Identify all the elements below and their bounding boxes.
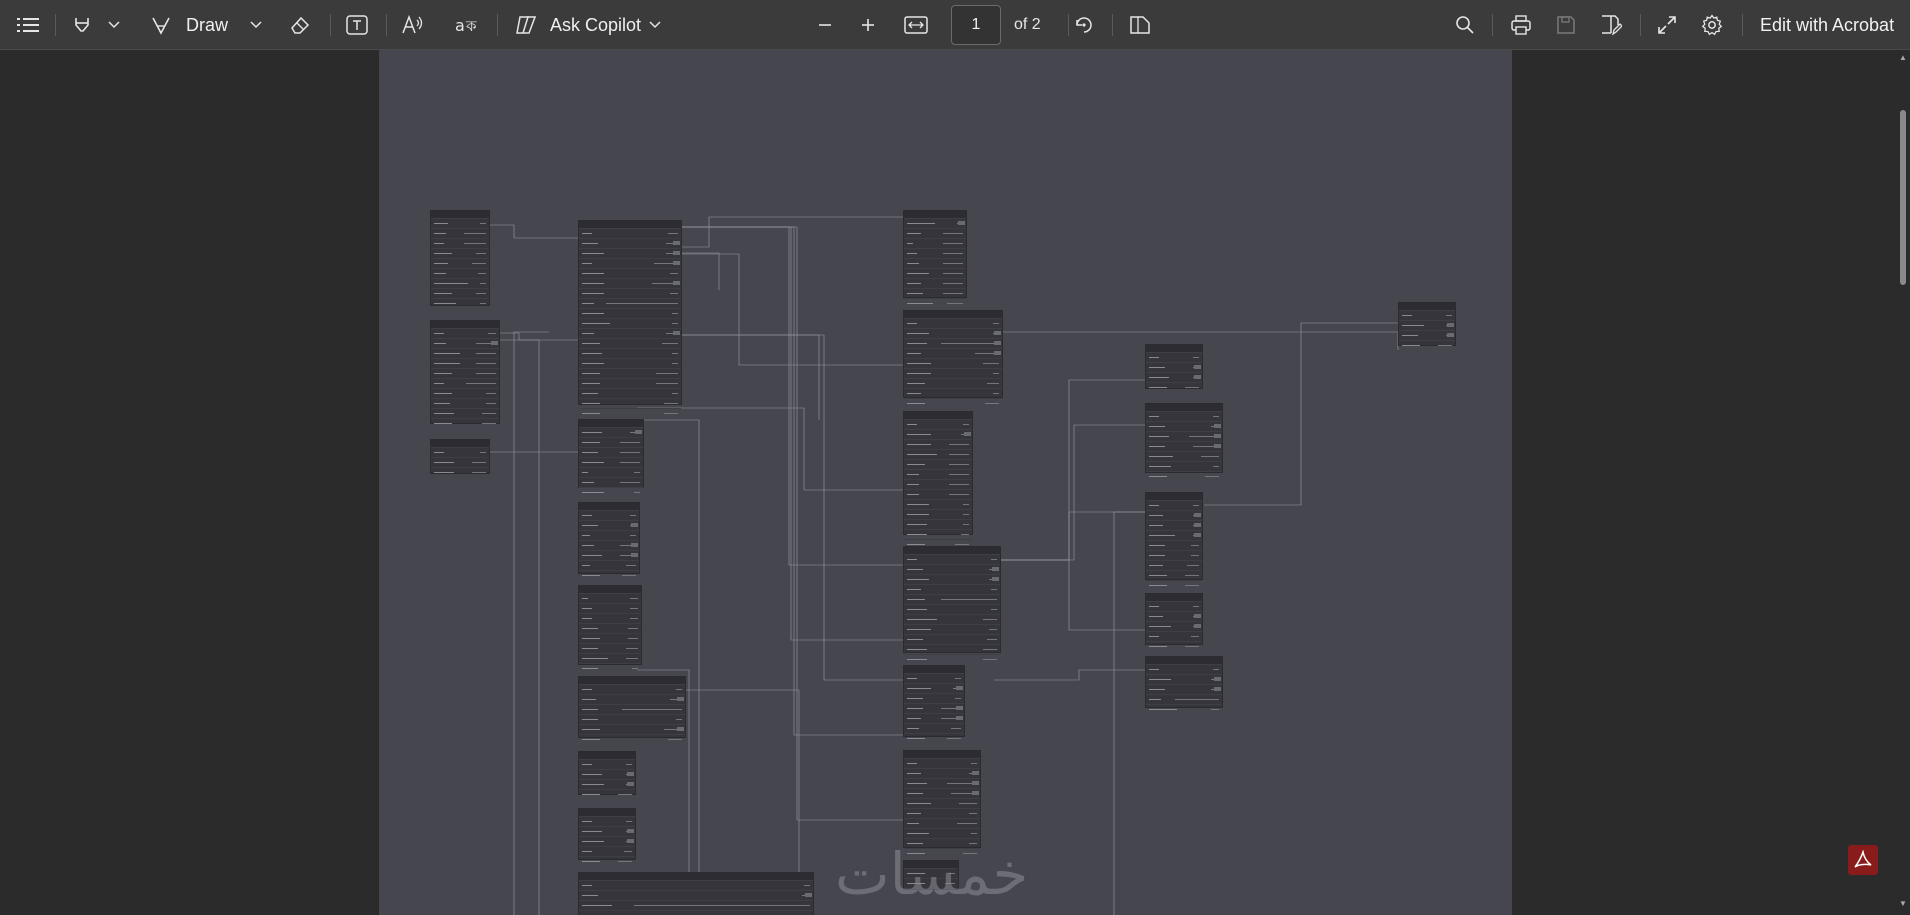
toolbar-divider [1112,14,1113,36]
search-button[interactable] [1452,0,1478,50]
zoom-in-button[interactable] [855,0,881,50]
toolbar-divider [1068,14,1069,36]
translate-button[interactable]: aক [453,0,483,50]
eraser-icon [291,16,310,34]
highlight-options-dropdown[interactable] [104,0,124,50]
er-table [578,872,814,915]
er-table [578,808,636,862]
zoom-out-button[interactable] [812,0,838,50]
highlight-button[interactable] [68,0,96,50]
add-text-button[interactable] [343,0,371,50]
toolbar-divider [386,14,387,36]
er-table [430,320,500,424]
scroll-up-arrow-icon[interactable]: ▲ [1899,54,1907,62]
settings-button[interactable] [1699,0,1725,50]
svg-text:ক: ক [465,17,477,35]
fit-width-icon [904,16,928,34]
draw-options-dropdown[interactable] [246,0,266,50]
scroll-down-arrow-icon[interactable]: ▼ [1899,900,1907,908]
save-button[interactable] [1553,0,1579,50]
pen-icon [152,17,170,35]
fullscreen-icon [1658,16,1676,34]
chevron-down-icon [250,21,262,29]
er-table [903,750,981,854]
toolbar-divider [330,14,331,36]
er-table [1145,403,1223,477]
page-number-input[interactable]: 1 [951,5,1001,45]
toolbar-divider [1492,14,1493,36]
chevron-down-icon [649,21,661,29]
er-table [1145,344,1203,389]
edit-with-acrobat-button[interactable]: Edit with Acrobat [1760,0,1894,50]
highlighter-icon [75,18,89,32]
text-box-icon [346,15,368,35]
erase-button[interactable] [285,0,315,50]
rotate-button[interactable] [1070,0,1098,50]
copilot-options-dropdown[interactable] [645,0,665,50]
er-table [430,439,490,474]
save-icon [1557,16,1575,34]
page-view-icon [1130,16,1150,34]
er-table [903,310,1003,404]
draw-button[interactable]: Draw [150,0,260,50]
toolbar-divider [497,14,498,36]
toolbar-divider [55,14,56,36]
chevron-down-icon [108,21,120,29]
er-table [1145,492,1203,586]
pdf-page: خمسات [379,50,1512,915]
page-view-button[interactable] [1127,0,1153,50]
list-icon [17,18,39,32]
draw-label: Draw [186,14,229,35]
save-as-button[interactable] [1598,0,1624,50]
fit-to-width-button[interactable] [900,0,932,50]
gear-icon [1701,14,1723,36]
save-as-icon [1602,15,1622,36]
contents-button[interactable] [14,0,42,50]
search-icon [1456,16,1474,34]
document-viewport[interactable]: خمسات [0,50,1910,915]
er-table [903,665,965,739]
toolbar-divider [1640,14,1641,36]
ask-copilot-button[interactable]: Ask Copilot [514,0,649,50]
er-table [578,751,636,795]
scroll-thumb[interactable] [1900,110,1906,285]
plus-icon [862,19,874,31]
er-table [1398,302,1456,346]
minus-icon [819,24,831,26]
vertical-scrollbar[interactable]: ▲ ▼ [1896,50,1910,915]
er-table [430,210,490,306]
er-table [578,220,682,414]
read-aloud-icon [402,14,423,34]
er-table [1145,656,1223,710]
fullscreen-button[interactable] [1654,0,1680,50]
print-button[interactable] [1508,0,1534,50]
translate-icon: aক [455,16,477,35]
acrobat-button[interactable] [1848,845,1878,875]
copilot-icon [516,16,537,34]
acrobat-icon [1854,850,1872,868]
pdf-toolbar: Draw aক Ask Copilot 1 of 2 Edit with Acr… [0,0,1910,50]
er-table [578,419,644,493]
er-table [903,411,973,545]
rotate-icon [1076,17,1092,33]
toolbar-divider [1742,14,1743,36]
er-table [578,585,642,669]
print-icon [1511,15,1531,35]
er-table [578,676,686,740]
er-table [903,546,1001,660]
er-table [903,210,967,304]
er-table [578,502,640,576]
er-table [1145,593,1203,647]
svg-text:a: a [455,16,465,35]
watermark: خمسات [835,840,1029,908]
ask-copilot-label: Ask Copilot [550,14,642,35]
read-aloud-button[interactable] [399,0,427,50]
page-total-label: of 2 [1014,16,1041,33]
